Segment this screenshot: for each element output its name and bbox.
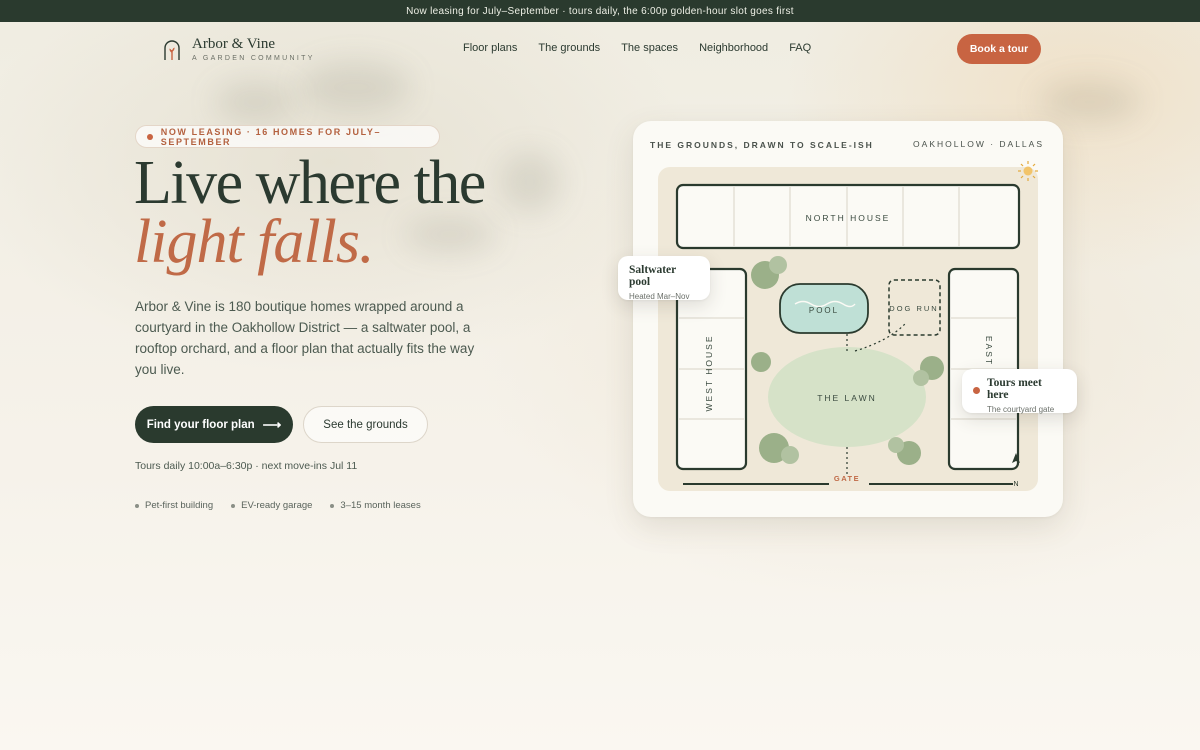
- status-dot-icon: [147, 133, 153, 140]
- leasing-badge-text: NOW LEASING · 16 HOMES FOR JULY–SEPTEMBE…: [160, 126, 382, 147]
- headline-line-2: light falls.: [134, 208, 374, 276]
- nav-faq[interactable]: FAQ: [789, 42, 811, 54]
- gate-label: GATE: [834, 474, 860, 483]
- nav-floor-plans[interactable]: Floor plans: [463, 42, 517, 54]
- tours-info: Tours daily 10:00a–6:30p · next move-ins…: [135, 460, 358, 472]
- tours-callout-title: Tours meet here: [987, 377, 1042, 401]
- nav-neighborhood[interactable]: Neighborhood: [699, 42, 768, 54]
- feature-label: EV-ready garage: [241, 500, 313, 511]
- north-label: N: [1013, 481, 1018, 488]
- lawn-label: THE LAWN: [817, 393, 877, 403]
- east-house-label: EAST: [984, 336, 994, 366]
- announcement-text: Now leasing for July–September · tours d…: [406, 5, 794, 17]
- west-house-label: WEST HOUSE: [704, 335, 714, 412]
- pool-callout-subtitle: Heated Mar–Nov: [629, 292, 690, 301]
- feature-item: 3–15 month leases: [330, 500, 421, 511]
- location-pin-icon: [973, 387, 980, 394]
- tours-callout[interactable]: Tours meet here The courtyard gate: [962, 369, 1077, 414]
- arch-logo-icon: [164, 39, 180, 60]
- pool-callout[interactable]: Saltwater pool Heated Mar–Nov: [618, 256, 710, 301]
- brand-name: Arbor & Vine: [192, 36, 275, 52]
- tours-callout-subtitle: The courtyard gate: [987, 405, 1055, 414]
- find-floor-plan-button[interactable]: Find your floor plan ⟶: [135, 406, 293, 443]
- find-floor-plan-label: Find your floor plan: [146, 418, 255, 431]
- book-tour-button[interactable]: Book a tour: [957, 34, 1041, 64]
- feature-list: Pet-first building EV-ready garage 3–15 …: [135, 500, 439, 511]
- brand-tagline: A GARDEN COMMUNITY: [192, 55, 315, 62]
- feature-item: Pet-first building: [135, 500, 213, 511]
- site-plan-map: NORTH HOUSE WEST HOUSE EAST POOL DOG RUN…: [658, 161, 1038, 491]
- pool-label: POOL: [809, 306, 839, 315]
- site-header: Arbor & Vine A GARDEN COMMUNITY Floor pl…: [0, 22, 1200, 76]
- bullet-icon: [330, 503, 335, 508]
- hero-description: Arbor & Vine is 180 boutique homes wrapp…: [135, 299, 475, 377]
- nav-the-grounds[interactable]: The grounds: [538, 42, 600, 54]
- headline-line-1: Live where the: [134, 149, 486, 217]
- bullet-icon: [135, 503, 139, 508]
- main-nav: Floor plans The grounds The spaces Neigh…: [463, 42, 832, 54]
- bullet-icon: [231, 503, 236, 508]
- feature-item: EV-ready garage: [231, 500, 312, 511]
- dog-run-label: DOG RUN: [889, 304, 938, 313]
- feature-label: 3–15 month leases: [340, 500, 421, 511]
- brand-logo[interactable]: Arbor & Vine A GARDEN COMMUNITY: [162, 37, 315, 62]
- leasing-badge: NOW LEASING · 16 HOMES FOR JULY–SEPTEMBE…: [135, 125, 440, 148]
- sun-icon: [1018, 161, 1038, 181]
- arrow-right-icon: ⟶: [262, 416, 282, 432]
- north-house-label: NORTH HOUSE: [806, 213, 891, 223]
- feature-label: Pet-first building: [145, 500, 214, 511]
- announcement-bar: Now leasing for July–September · tours d…: [0, 0, 1200, 22]
- pool-callout-title: Saltwater pool: [629, 264, 677, 288]
- nav-the-spaces[interactable]: The spaces: [621, 42, 678, 54]
- see-grounds-button[interactable]: See the grounds: [303, 406, 428, 443]
- grounds-map-card: THE GROUNDS, DRAWN TO SCALE-ISH OAKHOLLO…: [633, 121, 1063, 517]
